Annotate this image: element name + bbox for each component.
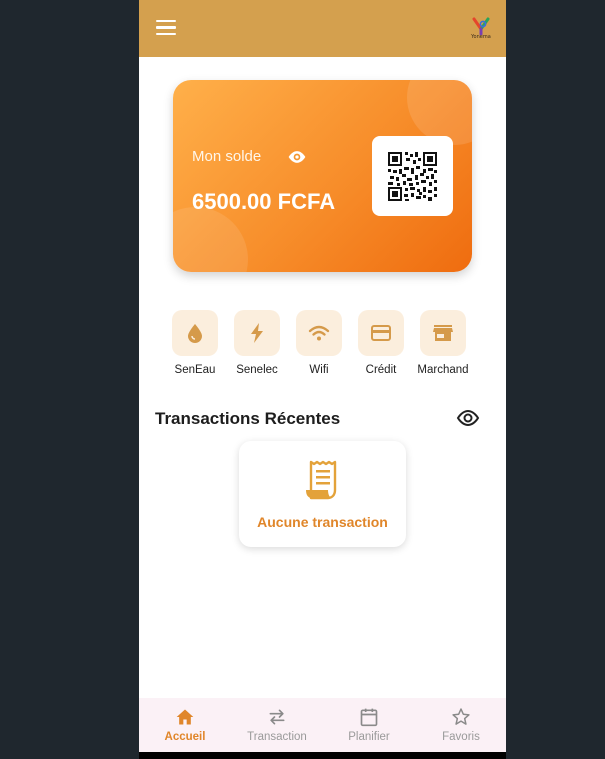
receipt-icon — [306, 460, 337, 500]
menu-icon[interactable] — [156, 20, 176, 36]
eye-icon[interactable] — [456, 408, 480, 428]
home-icon — [176, 709, 194, 725]
service-tile — [420, 310, 466, 356]
empty-transactions-text: Aucune transaction — [257, 514, 388, 530]
service-tile — [358, 310, 404, 356]
app-bar: Yonema — [139, 0, 506, 57]
empty-transactions-card: Aucune transaction — [239, 441, 406, 547]
eye-icon[interactable] — [287, 149, 307, 165]
swap-arrows-icon — [269, 709, 285, 725]
qr-code-icon — [388, 152, 437, 201]
service-label: Marchand — [417, 364, 469, 376]
balance-amount: 6500.00 FCFA — [192, 189, 336, 214]
service-label: SenEau — [174, 364, 216, 376]
service-credit[interactable]: Crédit — [356, 310, 406, 376]
services-row: SenEau Senelec Wifi Crédit Marchand — [170, 310, 475, 380]
recent-transactions-title: Transactions Récentes — [155, 409, 341, 428]
system-bar — [139, 752, 506, 759]
card-decoration — [173, 207, 248, 272]
bottom-navigation: Accueil Transaction Planifier Favoris — [139, 698, 506, 752]
service-senelec[interactable]: Senelec — [232, 310, 282, 376]
nav-item-favoris[interactable]: Favoris — [415, 698, 506, 752]
service-tile — [234, 310, 280, 356]
wifi-icon — [308, 325, 330, 341]
qr-code-button[interactable] — [372, 136, 453, 216]
nav-item-accueil[interactable]: Accueil — [139, 698, 231, 752]
service-tile — [172, 310, 218, 356]
service-label: Crédit — [365, 364, 397, 376]
service-wifi[interactable]: Wifi — [294, 310, 344, 376]
phone-screen: Yonema Mon solde 6500.00 FCFA SenEau Sen… — [139, 0, 506, 759]
service-seneau[interactable]: SenEau — [170, 310, 220, 376]
service-label: Senelec — [236, 364, 278, 376]
nav-item-transaction[interactable]: Transaction — [231, 698, 323, 752]
lightning-bolt-icon — [251, 323, 263, 343]
balance-label: Mon solde — [192, 148, 262, 165]
star-icon — [452, 708, 470, 725]
balance-card: Mon solde 6500.00 FCFA — [173, 80, 472, 272]
nav-item-planifier[interactable]: Planifier — [323, 698, 415, 752]
service-tile — [296, 310, 342, 356]
calendar-icon — [360, 708, 378, 727]
nav-label: Planifier — [348, 731, 390, 743]
store-icon — [433, 325, 453, 341]
nav-label: Accueil — [164, 731, 206, 743]
service-label: Wifi — [309, 364, 329, 376]
logo-text: Yonema — [471, 34, 491, 40]
app-logo: Yonema — [466, 17, 496, 43]
nav-label: Favoris — [442, 731, 480, 743]
credit-card-icon — [371, 325, 391, 341]
service-marchand[interactable]: Marchand — [417, 310, 469, 376]
water-drop-icon — [188, 324, 202, 343]
nav-label: Transaction — [247, 731, 307, 743]
